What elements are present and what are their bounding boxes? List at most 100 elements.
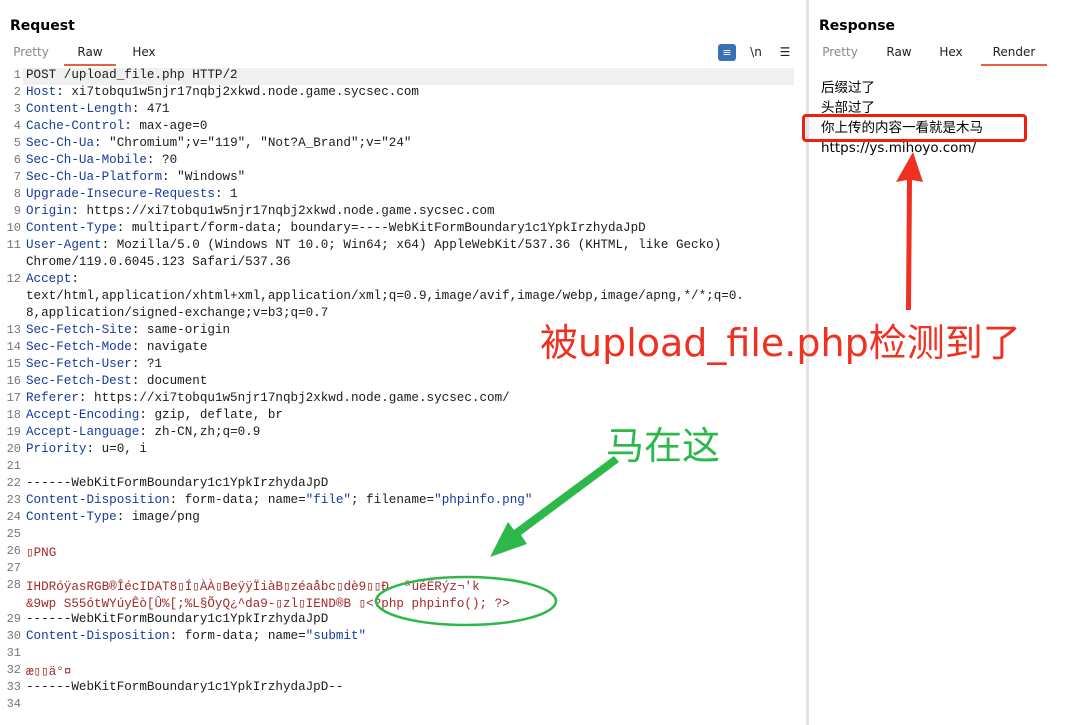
line-number: 20 [6, 442, 21, 456]
code-line[interactable]: Content-Disposition: form-data; name="su… [26, 629, 366, 643]
request-title: Request [10, 18, 75, 34]
line-number: 21 [6, 459, 21, 473]
request-tab-raw[interactable]: Raw [64, 44, 116, 66]
code-text: POST /upload_file.php HTTP/2 [26, 68, 238, 82]
code-line[interactable]: Accept: [26, 272, 79, 286]
header-name: User-Agent [26, 238, 102, 252]
code-line[interactable]: Host: xi7tobqu1w5njr17nqbj2xkwd.node.gam… [26, 85, 419, 99]
line-number: 19 [6, 425, 21, 439]
code-text: "submit" [305, 629, 367, 643]
code-line[interactable]: Origin: https://xi7tobqu1w5njr17nqbj2xkw… [26, 204, 495, 218]
response-tab-pretty[interactable]: Pretty [817, 44, 863, 64]
line-number: 22 [6, 476, 21, 490]
code-line[interactable]: ------WebKitFormBoundary1c1YpkIrzhydaJpD [26, 476, 328, 490]
code-text: : https://xi7tobqu1w5njr17nqbj2xkwd.node… [78, 391, 510, 405]
code-line[interactable]: Accept-Language: zh-CN,zh;q=0.9 [26, 425, 260, 439]
header-name: Content-Type [26, 221, 117, 235]
response-title: Response [819, 18, 896, 34]
code-line[interactable]: Sec-Fetch-Site: same-origin [26, 323, 230, 337]
code-line[interactable]: ▯PNG [26, 544, 56, 560]
code-text: : ?1 [131, 357, 163, 371]
code-line[interactable]: Sec-Fetch-User: ?1 [26, 357, 162, 371]
code-line[interactable]: Referer: https://xi7tobqu1w5njr17nqbj2xk… [26, 391, 510, 405]
code-text: <?php phpinfo(); ?> [366, 597, 510, 611]
line-number: 27 [6, 561, 21, 575]
line-number: 33 [6, 680, 21, 694]
line-number: 8 [13, 187, 21, 201]
code-text: : form-data; name= [169, 493, 306, 507]
rendered-line: 后缀过了 [821, 80, 875, 96]
line-number: 32 [6, 663, 21, 677]
code-text: text/html,application/xhtml+xml,applicat… [26, 289, 744, 303]
wrap-lines-icon[interactable]: ≡ [718, 44, 736, 61]
line-number: 30 [6, 629, 21, 643]
code-line[interactable]: text/html,application/xhtml+xml,applicat… [26, 289, 744, 303]
header-name: Content-Length [26, 102, 132, 116]
code-line[interactable]: User-Agent: Mozilla/5.0 (Windows NT 10.0… [26, 238, 721, 252]
code-line[interactable]: ------WebKitFormBoundary1c1YpkIrzhydaJpD [26, 612, 328, 626]
code-text: ; filename= [351, 493, 435, 507]
code-line[interactable]: Sec-Ch-Ua-Mobile: ?0 [26, 153, 177, 167]
code-line[interactable]: æ▯▯ä°¤ [26, 663, 71, 679]
header-name: Sec-Ch-Ua-Mobile [26, 153, 147, 167]
code-line[interactable]: Upgrade-Insecure-Requests: 1 [26, 187, 238, 201]
code-text: Chrome/119.0.6045.123 Safari/537.36 [26, 255, 291, 269]
header-name: Host [26, 85, 57, 99]
code-line[interactable]: Sec-Fetch-Mode: navigate [26, 340, 207, 354]
code-text: : xi7tobqu1w5njr17nqbj2xkwd.node.game.sy… [56, 85, 419, 99]
code-text: : [71, 272, 79, 286]
code-line[interactable]: Sec-Ch-Ua: "Chromium";v="119", "Not?A_Br… [26, 136, 411, 150]
annotation-detected-text: 被upload_file.php检测到了 [540, 321, 1021, 365]
request-tab-pretty[interactable]: Pretty [8, 44, 54, 64]
code-line[interactable]: Sec-Fetch-Dest: document [26, 374, 207, 388]
code-line[interactable]: &9wp S55ótWYúyÊò[Û%[;%L§ÕyQ¿^da9-▯zl▯IEN… [26, 595, 510, 611]
newline-toggle-button[interactable]: \n [747, 44, 765, 61]
code-text: : ?0 [146, 153, 178, 167]
request-tab-hex[interactable]: Hex [124, 44, 164, 64]
code-line[interactable]: 8,application/signed-exchange;v=b3;q=0.7 [26, 306, 328, 320]
code-line[interactable]: Cache-Control: max-age=0 [26, 119, 207, 133]
line-number: 6 [13, 153, 21, 167]
code-line[interactable]: IHDRóÿasRGB®ÎécIDAT8▯Í▯ÀÀ▯BeÿÿÏiàB▯zéaåb… [26, 578, 480, 594]
response-tab-hex[interactable]: Hex [933, 44, 969, 64]
code-line[interactable]: Priority: u=0, i [26, 442, 147, 456]
line-number: 4 [13, 119, 21, 133]
code-line[interactable]: Content-Length: 471 [26, 102, 170, 116]
code-line[interactable]: Content-Disposition: form-data; name="fi… [26, 493, 532, 507]
line-number: 18 [6, 408, 21, 422]
code-line[interactable]: Content-Type: multipart/form-data; bound… [26, 221, 646, 235]
line-number: 15 [6, 357, 21, 371]
line-number: 23 [6, 493, 21, 507]
request-editor[interactable]: 1 POST /upload_file.php HTTP/2 2 Host: xi7t… [0, 68, 806, 725]
line-number: 7 [13, 170, 21, 184]
code-line[interactable]: Content-Type: image/png [26, 510, 200, 524]
line-number: 29 [6, 612, 21, 626]
line-number: 26 [6, 544, 21, 558]
code-text: ------WebKitFormBoundary1c1YpkIrzhydaJpD… [26, 680, 344, 694]
code-line[interactable]: Sec-Ch-Ua-Platform: "Windows" [26, 170, 245, 184]
header-name: Content-Disposition [26, 493, 170, 507]
code-line[interactable]: ------WebKitFormBoundary1c1YpkIrzhydaJpD… [26, 680, 343, 694]
line-number: 28 [6, 578, 21, 592]
request-tabs: Pretty Raw Hex [0, 44, 806, 66]
code-text: : Mozilla/5.0 (Windows NT 10.0; Win64; x… [101, 238, 722, 252]
response-tab-render[interactable]: Render [981, 44, 1047, 66]
header-name: Sec-Fetch-User [26, 357, 132, 371]
line-number: 13 [6, 323, 21, 337]
hamburger-menu-icon[interactable]: ☰ [776, 44, 794, 61]
line-number: 24 [6, 510, 21, 524]
line-number: 5 [13, 136, 21, 150]
header-name: Sec-Fetch-Site [26, 323, 132, 337]
line-number: 10 [6, 221, 21, 235]
code-text: æ▯▯ä°¤ [26, 665, 72, 679]
line-number: 11 [6, 238, 21, 252]
header-name: Origin [26, 204, 72, 218]
header-name: Accept-Language [26, 425, 140, 439]
code-line[interactable]: Chrome/119.0.6045.123 Safari/537.36 [26, 255, 291, 269]
response-tab-raw[interactable]: Raw [879, 44, 919, 64]
code-text: : form-data; name= [169, 629, 306, 643]
code-line[interactable]: Accept-Encoding: gzip, deflate, br [26, 408, 283, 422]
code-line[interactable]: POST /upload_file.php HTTP/2 [26, 68, 238, 82]
code-text: : same-origin [131, 323, 231, 337]
line-number: 16 [6, 374, 21, 388]
